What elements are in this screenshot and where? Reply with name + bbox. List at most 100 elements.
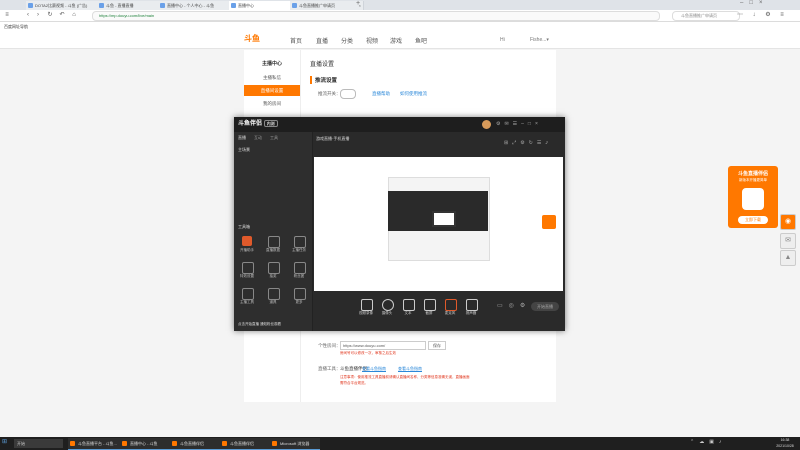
tool-label: 道具 [269,300,277,304]
scene-item[interactable]: 主场景 [238,147,250,153]
new-tab-button[interactable]: + [356,0,360,7]
sidebar-title: 主播中心 [261,61,282,67]
app-toolbar-icons[interactable]: ⚙✉☰–□× [496,121,542,127]
promo-download-button[interactable]: 立即下载 [738,216,768,224]
favicon-icon [292,3,297,8]
nav-category[interactable]: 分类 [341,36,353,45]
start-live-button[interactable]: 开始直播 [531,302,559,311]
tool-label: 抽奖 [269,274,277,278]
back-icon[interactable]: ‹ [24,11,32,20]
undo-icon[interactable]: ↶ [58,11,66,20]
refresh-icon[interactable]: ↻ [46,11,54,20]
live-preview[interactable] [314,157,563,291]
push-guide-link[interactable]: 如何使用推流 [400,91,427,97]
windows-start-icon[interactable]: ⊞ [2,438,7,445]
bookmark-item[interactable]: 百度网址导航 [4,24,28,29]
tool-label: 主播任务 [292,248,306,252]
url-input[interactable]: https://mp.douyu.com/live/main [92,11,660,21]
taskbar-item[interactable]: 斗鱼直播平台 - 斗鱼... [68,438,120,450]
screenshot-icon[interactable] [424,299,436,311]
microphone-label: 麦克风 [444,311,456,315]
clock[interactable]: 16:38 2021/10/28 [770,437,800,450]
nav-video[interactable]: 视频 [366,36,378,45]
tool-icon[interactable] [268,262,280,274]
guide-link-1[interactable]: 查看斗鱼指南 [362,366,386,372]
nav-fishbar[interactable]: 鱼吧 [415,36,427,45]
app-tab-interact[interactable]: 互动 [254,135,262,141]
video-record-label: 视频录像 [359,311,373,315]
page-title: 直播设置 [310,62,335,68]
push-toggle[interactable] [340,89,356,99]
taskbar-item[interactable]: 斗鱼直播伴侣 [220,438,270,450]
sidebar-item-room-settings[interactable]: 直播间设置 [244,85,300,96]
taskbar-search[interactable]: 开始 [14,439,63,448]
taskbar-item[interactable]: 斗鱼直播伴侣 [170,438,220,450]
taskbar-item[interactable]: Microsoft 浏览器 [270,438,320,450]
site-logo[interactable]: 斗鱼 [244,33,272,45]
app-icon [222,441,227,446]
tray-icons[interactable]: ⌃☁▣♪ [690,439,726,445]
browser-tab[interactable]: DOTA2比赛视频 - 斗鱼 (广告)× [26,1,106,10]
tool-icon[interactable] [294,236,306,248]
float-feedback-icon[interactable]: ✉ [780,233,796,249]
more-icon[interactable]: ≡ [778,11,786,20]
microphone-icon[interactable] [445,299,457,311]
speaker-icon[interactable] [466,299,478,311]
browser-tab[interactable]: 斗鱼直播推广申请页 × [290,1,364,10]
tool-icon[interactable] [242,288,254,300]
speaker-label: 扬声器 [465,311,477,315]
float-app-icon[interactable]: ◉ [780,214,796,230]
browser-tab[interactable]: 直播中心 - 个人中心 - 斗鱼× [158,1,238,10]
sidebar-item-my-room[interactable]: 我的房间 [244,98,300,109]
app-tab-tools[interactable]: 工具 [270,135,278,141]
video-record-icon[interactable] [361,299,373,311]
nav-game[interactable]: 游戏 [390,36,402,45]
preview-title: 游戏直播·手机直播 [316,136,350,141]
app-footer-tip[interactable]: 点击开始直播 通知粉丝观看 [238,322,281,327]
room-url-save-button[interactable]: 保存 [428,341,446,350]
float-top-icon[interactable]: ▲ [780,250,796,266]
tool-icon[interactable] [294,262,306,274]
tool-icon[interactable] [242,236,252,246]
window-controls[interactable]: –□× [740,0,768,6]
app-icon [172,441,177,446]
toggle-label: 推流开关： [318,91,341,96]
nav-home[interactable]: 首页 [290,36,302,45]
app-icon [272,441,277,446]
guide-link-2[interactable]: 查看斗鱼指南 [398,366,422,372]
avatar[interactable] [482,120,491,129]
sidebar-item-messages[interactable]: 主播私信 [244,72,300,83]
user-menu[interactable]: Fishe...▾ [530,37,549,43]
browser-tab[interactable]: 斗鱼 - 直播直播× [97,1,167,10]
browser-search-input[interactable]: 斗鱼直播推广申请页 [672,11,740,21]
taskbar-item[interactable]: 直播中心 - 斗鱼 [120,438,170,450]
forward-icon[interactable]: › [34,11,42,20]
text-icon[interactable] [403,299,415,311]
screenshot-label: 截屏 [425,311,433,315]
nav-live[interactable]: 直播 [316,36,328,45]
browser-tab-active[interactable]: 直播中心× [229,1,299,10]
settings-icon[interactable]: ⚙ [764,11,772,20]
preview-toolbar-icons[interactable]: ⊞⤢⚙↻☰⤴ [504,140,552,146]
preview-nested-promo [542,215,556,229]
tool-icon[interactable] [242,262,254,274]
section-title: 推流设置 [310,76,337,84]
promo-subtitle: 新版本开播更简单 [739,178,767,182]
preview-nested-screen [432,211,456,227]
camera-icon[interactable] [382,299,394,311]
tool-icon[interactable] [294,288,306,300]
menu-icon[interactable]: ≡ [3,11,11,20]
room-url-input[interactable]: https://www.douyu.com/ [340,341,426,350]
tool-icon[interactable] [268,236,280,248]
tool-icon[interactable] [268,288,280,300]
favicon-icon [160,3,165,8]
help-link[interactable]: 直播帮助 [372,91,390,97]
browser-tab-bar: DOTA2比赛视频 - 斗鱼 (广告)× 斗鱼 - 直播直播× 直播中心 - 个… [0,0,800,10]
promo-card[interactable]: 斗鱼直播伴侣 新版本开播更简单 立即下载 [728,166,778,228]
extension-icon[interactable]: ⋯ [736,11,744,20]
home-icon[interactable]: ⌂ [70,11,78,20]
bottom-extra-icons[interactable]: ▭◎⚙ [497,302,531,309]
app-badge: 内测 [263,120,278,127]
download-icon[interactable]: ↓ [750,11,758,20]
app-tab-live[interactable]: 直播 [238,135,246,141]
